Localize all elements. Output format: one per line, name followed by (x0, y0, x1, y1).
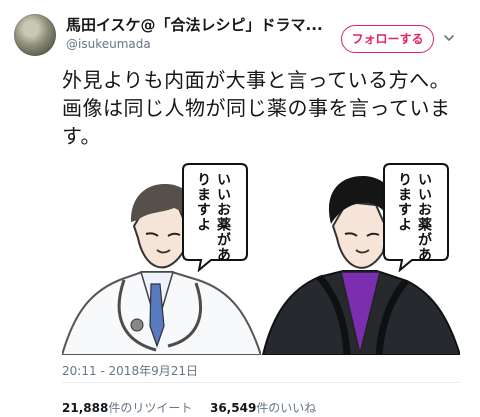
avatar[interactable] (14, 14, 56, 56)
timestamp[interactable]: 20:11 - 2018年9月21日 (62, 362, 198, 379)
doctor-panel: いいお薬がありますよ (62, 150, 261, 355)
tweet-text: 外見よりも内面が大事と言っている方へ。画像は同じ人物が同じ薬の事を言っています。 (62, 68, 451, 148)
tweet-image[interactable]: いいお薬がありますよ いいお薬がありますよ (62, 150, 460, 355)
left-speech-bubble: いいお薬がありますよ (181, 160, 249, 272)
like-count[interactable]: 36,549件のいいね (210, 401, 316, 415)
right-bubble-text: いいお薬がありますよ (396, 172, 432, 262)
author-name[interactable]: 馬田イスケ@「合法レシピ」ドラマ... (66, 16, 336, 34)
follow-button[interactable]: フォローする (341, 25, 434, 53)
engagement-stats: 21,888件のリツイート 36,549件のいいね (62, 399, 316, 416)
left-bubble-text: いいお薬がありますよ (195, 172, 231, 262)
right-speech-bubble: いいお薬がありますよ (382, 160, 450, 272)
author-handle[interactable]: @isukeumada (66, 37, 151, 51)
retweet-count[interactable]: 21,888件のリツイート (62, 401, 192, 415)
stats-divider (62, 382, 460, 383)
dealer-panel: いいお薬がありますよ (261, 150, 460, 355)
chevron-down-icon[interactable] (444, 33, 454, 43)
tweet-header: 馬田イスケ@「合法レシピ」ドラマ... @isukeumada フォローする (0, 0, 480, 64)
